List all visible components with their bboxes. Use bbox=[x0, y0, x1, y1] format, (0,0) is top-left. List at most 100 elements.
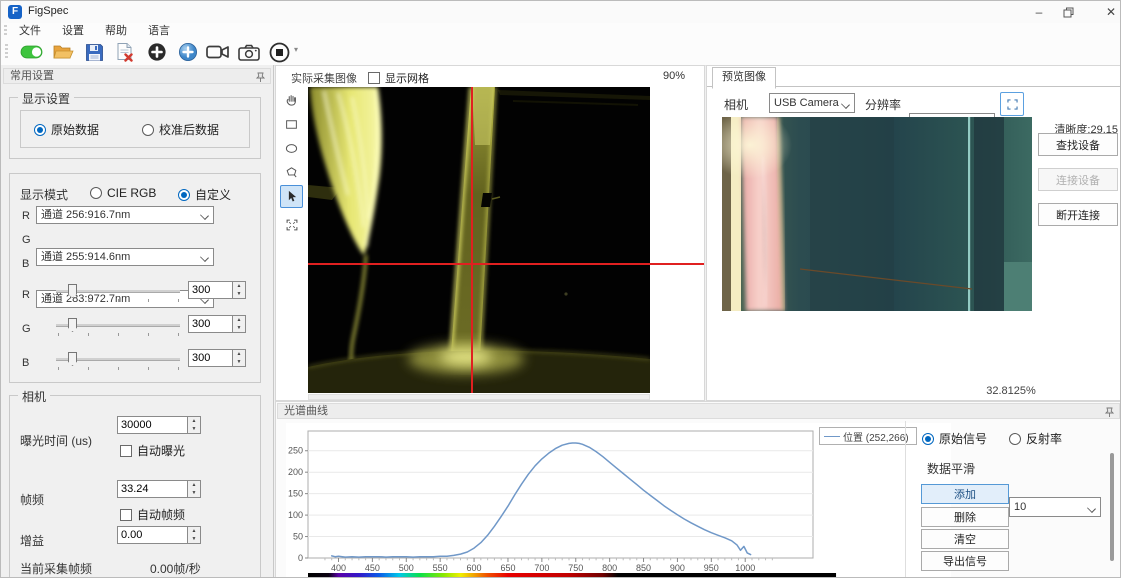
fit-expand-icon bbox=[285, 218, 299, 232]
add-button[interactable] bbox=[143, 40, 171, 64]
toggle-on-icon bbox=[20, 44, 44, 60]
clear-image-button[interactable] bbox=[111, 40, 139, 64]
radio-custom-dot bbox=[178, 189, 190, 201]
gain-r-input[interactable] bbox=[188, 281, 232, 299]
radio-cie-rgb[interactable]: CIE RGB bbox=[90, 186, 156, 200]
save-button[interactable] bbox=[80, 40, 108, 64]
record-video-button[interactable] bbox=[204, 40, 232, 64]
gain-b-spinbox[interactable]: ▲▼ bbox=[188, 349, 246, 367]
resolution-label: 分辨率 bbox=[865, 96, 901, 113]
toolbar-grip[interactable] bbox=[5, 44, 8, 60]
svg-text:800: 800 bbox=[602, 563, 617, 573]
slider-thumb[interactable] bbox=[68, 352, 77, 366]
delete-signal-button[interactable]: 删除 bbox=[921, 507, 1009, 527]
restore-button[interactable] bbox=[1063, 1, 1097, 23]
exposure-input[interactable] bbox=[117, 416, 187, 434]
close-button[interactable]: ✕ bbox=[1094, 1, 1121, 23]
snapshot-button[interactable] bbox=[235, 40, 263, 64]
pan-tool-button[interactable] bbox=[280, 89, 303, 112]
radio-reflectance[interactable]: 反射率 bbox=[1009, 430, 1062, 447]
tab-preview-image[interactable]: 预览图像 bbox=[712, 67, 776, 89]
svg-text:950: 950 bbox=[704, 563, 719, 573]
radio-raw-data[interactable]: 原始数据 bbox=[34, 121, 99, 138]
spectrum-chart[interactable]: 0501001502002504004505005506006507007508… bbox=[286, 423, 951, 578]
clear-signal-button[interactable]: 清空 bbox=[921, 529, 1009, 549]
auto-fps-checkbox[interactable]: 自动帧频 bbox=[120, 506, 185, 523]
auto-exposure-checkbox[interactable]: 自动曝光 bbox=[120, 442, 185, 459]
menubar-grip[interactable] bbox=[4, 25, 7, 37]
svg-text:0: 0 bbox=[298, 553, 303, 563]
channel-g-select[interactable]: 通道 255:914.6nm bbox=[36, 248, 214, 266]
cursor-tool-button[interactable] bbox=[280, 185, 303, 208]
current-fps-label: 当前采集帧频 bbox=[20, 560, 92, 577]
radio-calibrated-data[interactable]: 校准后数据 bbox=[142, 121, 219, 138]
display-mode-label: 显示模式 bbox=[20, 186, 68, 203]
show-grid-checkbox[interactable]: 显示网格 bbox=[368, 70, 429, 86]
slider-thumb[interactable] bbox=[68, 284, 77, 298]
gain-b-input[interactable] bbox=[188, 349, 232, 367]
channel-r-select[interactable]: 通道 256:916.7nm bbox=[36, 206, 214, 224]
spin-arrows[interactable]: ▲▼ bbox=[187, 480, 201, 498]
capture-image[interactable] bbox=[308, 87, 650, 393]
open-file-button[interactable] bbox=[49, 40, 77, 64]
gain-b-slider[interactable] bbox=[56, 350, 180, 370]
slider-thumb[interactable] bbox=[68, 318, 77, 332]
fps-input[interactable] bbox=[117, 480, 187, 498]
spin-arrows[interactable]: ▲▼ bbox=[232, 315, 246, 333]
menu-settings[interactable]: 设置 bbox=[56, 23, 90, 39]
gain-g-input[interactable] bbox=[188, 315, 232, 333]
menu-language[interactable]: 语言 bbox=[142, 23, 176, 39]
spin-arrows[interactable]: ▲▼ bbox=[187, 416, 201, 434]
preview-fullscreen-button[interactable] bbox=[1000, 92, 1024, 116]
ellipse-roi-tool-button[interactable] bbox=[280, 137, 303, 160]
clear-document-icon bbox=[115, 42, 135, 62]
add-position-button[interactable] bbox=[174, 40, 202, 64]
stop-button[interactable] bbox=[265, 40, 293, 64]
connect-device-button: 连接设备 bbox=[1038, 168, 1118, 191]
exposure-spinbox[interactable]: ▲▼ bbox=[117, 416, 201, 434]
rectangle-icon bbox=[284, 117, 299, 132]
camera-select[interactable]: USB Camera bbox=[769, 93, 855, 113]
display-settings-group: 显示设置 原始数据 校准后数据 bbox=[9, 97, 261, 159]
polygon-lasso-icon bbox=[284, 165, 299, 180]
gain-input[interactable] bbox=[117, 526, 187, 544]
spin-arrows[interactable]: ▲▼ bbox=[187, 526, 201, 544]
checkbox-icon bbox=[120, 509, 132, 521]
gain-spinbox[interactable]: ▲▼ bbox=[117, 526, 201, 544]
menu-file[interactable]: 文件 bbox=[13, 23, 47, 39]
polygon-roi-tool-button[interactable] bbox=[280, 161, 303, 184]
record-toggle-button[interactable] bbox=[18, 40, 46, 64]
window-title: FigSpec bbox=[28, 5, 68, 17]
restore-icon bbox=[1063, 7, 1074, 18]
menu-help[interactable]: 帮助 bbox=[99, 23, 133, 39]
disconnect-device-button[interactable]: 断开连接 bbox=[1038, 203, 1118, 226]
spin-arrows[interactable]: ▲▼ bbox=[232, 281, 246, 299]
radio-raw-signal[interactable]: 原始信号 bbox=[922, 430, 987, 447]
rect-roi-tool-button[interactable] bbox=[280, 113, 303, 136]
gain-r-spinbox[interactable]: ▲▼ bbox=[188, 281, 246, 299]
pin-icon[interactable] bbox=[1105, 407, 1114, 418]
radio-custom[interactable]: 自定义 bbox=[178, 186, 231, 203]
export-signal-button[interactable]: 导出信号 bbox=[921, 551, 1009, 571]
bottom-scrollbar[interactable] bbox=[1110, 453, 1114, 561]
gain-r-slider[interactable] bbox=[56, 282, 180, 302]
fps-spinbox[interactable]: ▲▼ bbox=[117, 480, 201, 498]
find-device-button[interactable]: 查找设备 bbox=[1038, 133, 1118, 156]
video-camera-icon bbox=[205, 43, 231, 61]
gain-g-label: G bbox=[22, 323, 31, 335]
spin-arrows[interactable]: ▲▼ bbox=[232, 349, 246, 367]
fit-view-tool-button[interactable] bbox=[280, 213, 303, 236]
toolbar-overflow-button[interactable]: ▾ bbox=[294, 45, 298, 54]
app-logo-icon: F bbox=[8, 5, 22, 19]
pin-icon[interactable] bbox=[256, 72, 265, 83]
fit-expand-icon bbox=[1006, 98, 1019, 111]
svg-text:750: 750 bbox=[568, 563, 583, 573]
svg-text:850: 850 bbox=[636, 563, 651, 573]
minimize-button[interactable]: – bbox=[1022, 1, 1056, 23]
smooth-select[interactable]: 10 bbox=[1009, 497, 1101, 517]
gain-g-spinbox[interactable]: ▲▼ bbox=[188, 315, 246, 333]
capture-hscrollbar[interactable] bbox=[308, 394, 650, 400]
gain-g-slider[interactable] bbox=[56, 316, 180, 336]
svg-text:450: 450 bbox=[365, 563, 380, 573]
add-signal-button[interactable]: 添加 bbox=[921, 484, 1009, 504]
